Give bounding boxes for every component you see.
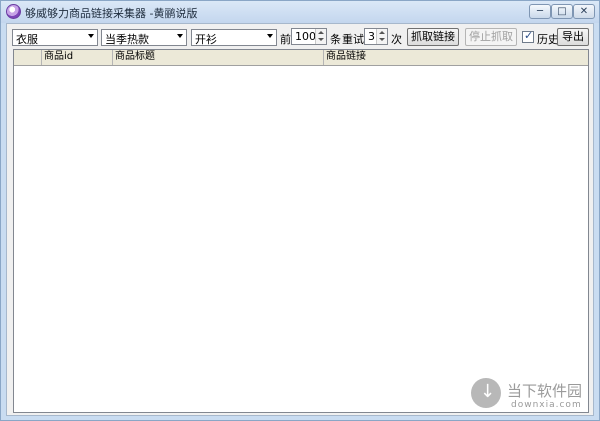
count-unit-label: 条	[330, 33, 341, 46]
app-icon	[6, 4, 21, 19]
chevron-down-icon	[177, 34, 183, 38]
history-checkbox[interactable]: ✓	[522, 29, 534, 43]
history-label: 历史	[537, 33, 559, 46]
type-select[interactable]: 开衫	[191, 29, 277, 46]
column-header-link[interactable]: 商品链接	[324, 50, 588, 65]
first-label: 前	[280, 33, 291, 46]
minimize-icon: ─	[536, 6, 544, 17]
stepper-buttons[interactable]	[376, 29, 387, 44]
column-header-id[interactable]: 商品id	[42, 50, 113, 65]
export-button[interactable]: 导出	[557, 28, 589, 46]
stepper-buttons[interactable]	[315, 29, 326, 44]
column-header-index[interactable]	[14, 50, 42, 65]
watermark: ↓ 当下软件园 downxia.com	[471, 378, 591, 418]
count-stepper[interactable]: 100	[291, 28, 327, 45]
type-value: 开衫	[195, 33, 217, 46]
title-bar[interactable]: 够威够力商品链接采集器 -黄鹂说版 ─ □ ✕	[1, 1, 599, 23]
arrow-up-icon	[318, 31, 324, 34]
stop-fetch-button[interactable]: 停止抓取	[465, 28, 517, 46]
maximize-button[interactable]: □	[551, 4, 573, 19]
arrow-up-icon	[379, 31, 385, 34]
fetch-links-button[interactable]: 抓取链接	[407, 28, 459, 46]
download-icon: ↓	[471, 378, 501, 408]
column-header-title[interactable]: 商品标题	[113, 50, 324, 65]
retry-value: 3	[368, 30, 375, 43]
main-panel: 衣服 当季热款 开衫 前 100 条 重试 3 次 抓取链接 停止抓取 ✓ 历史…	[6, 23, 594, 416]
retry-unit-label: 次	[391, 33, 402, 46]
maximize-icon: □	[557, 6, 567, 17]
retry-stepper[interactable]: 3	[364, 28, 388, 45]
season-value: 当季热款	[105, 33, 149, 46]
app-window: 够威够力商品链接采集器 -黄鹂说版 ─ □ ✕ 衣服 当季热款 开衫 前 100…	[0, 0, 600, 421]
category-select[interactable]: 衣服	[12, 29, 98, 46]
window-title: 够威够力商品链接采集器 -黄鹂说版	[25, 7, 198, 20]
count-value: 100	[295, 30, 316, 43]
arrow-down-icon	[318, 38, 324, 41]
chevron-down-icon	[267, 34, 273, 38]
checkmark-icon: ✓	[524, 29, 534, 42]
category-value: 衣服	[16, 33, 38, 46]
watermark-url: downxia.com	[511, 400, 582, 410]
close-button[interactable]: ✕	[573, 4, 595, 19]
table-header: 商品id 商品标题 商品链接	[14, 50, 588, 66]
watermark-brand: 当下软件园	[507, 382, 583, 400]
close-icon: ✕	[579, 6, 589, 17]
minimize-button[interactable]: ─	[529, 4, 551, 19]
chevron-down-icon	[88, 34, 94, 38]
retry-label: 重试	[342, 33, 364, 46]
arrow-down-icon	[379, 38, 385, 41]
season-select[interactable]: 当季热款	[101, 29, 187, 46]
results-table[interactable]: 商品id 商品标题 商品链接	[13, 49, 589, 413]
